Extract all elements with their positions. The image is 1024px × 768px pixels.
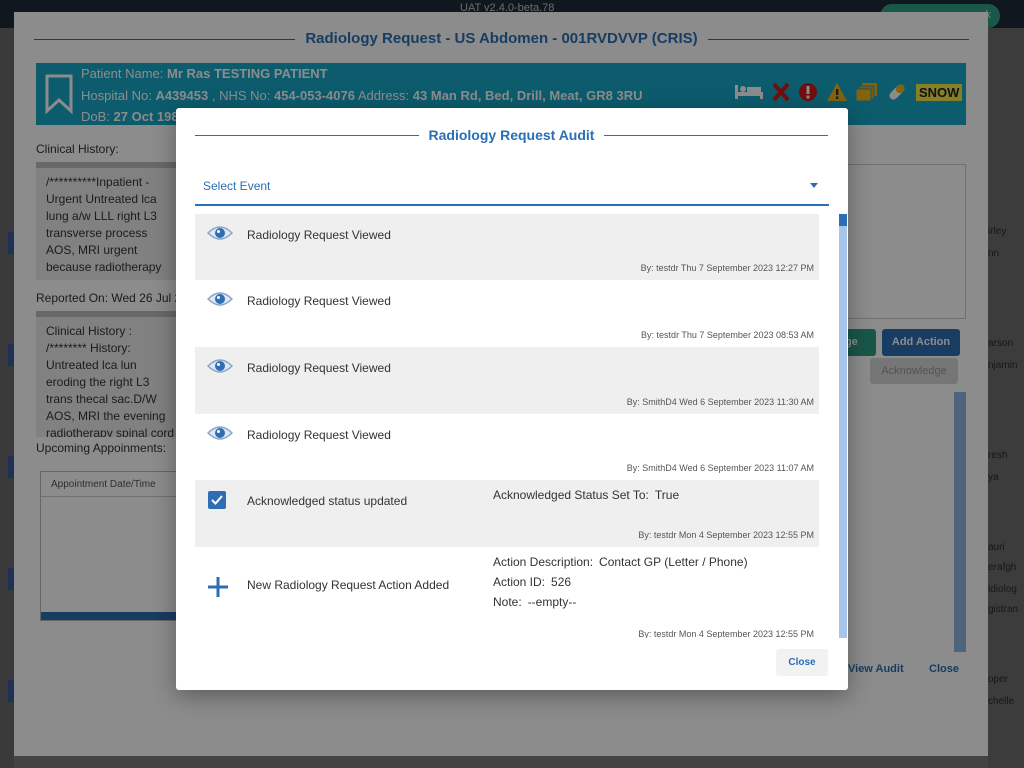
scrollbar-thumb[interactable]: [839, 214, 847, 226]
event-title: Radiology Request Viewed: [247, 294, 391, 308]
checkbox-icon: [207, 490, 227, 515]
audit-event-list: Radiology Request Viewed By: testdr Thu 7…: [195, 214, 819, 638]
event-detail-value: --empty--: [527, 595, 577, 609]
eye-icon: [206, 290, 234, 313]
event-detail: Note: --empty--: [493, 595, 576, 609]
eye-icon: [206, 224, 234, 247]
eye-icon: [206, 357, 234, 380]
event-author-timestamp: By: SmithD4 Wed 6 September 2023 11:07 A…: [626, 463, 814, 473]
event-detail-label: Acknowledged Status Set To:: [493, 488, 649, 502]
event-title: Acknowledged status updated: [247, 494, 408, 508]
event-author-timestamp: By: testdr Thu 7 September 2023 08:53 AM: [641, 330, 814, 340]
event-detail-value: True: [654, 488, 680, 502]
event-author-timestamp: By: testdr Mon 4 September 2023 12:55 PM: [638, 530, 814, 540]
audit-event-row: Radiology Request Viewed By: SmithD4 Wed …: [195, 347, 819, 414]
audit-event-row: Radiology Request Viewed By: testdr Thu 7…: [195, 214, 819, 280]
audit-event-row: Acknowledged status updated Acknowledged …: [195, 480, 819, 547]
audit-list-scrollbar[interactable]: [839, 214, 847, 638]
event-title: New Radiology Request Action Added: [247, 578, 450, 592]
event-author-timestamp: By: testdr Thu 7 September 2023 12:27 PM: [640, 263, 814, 273]
audit-event-row: Radiology Request Viewed By: SmithD4 Wed …: [195, 414, 819, 480]
event-detail: Action ID: 526: [493, 575, 571, 589]
audit-event-row: New Radiology Request Action Added Action…: [195, 547, 819, 638]
eye-icon: [206, 424, 234, 447]
event-detail-label: Action ID:: [493, 575, 546, 589]
event-title: Radiology Request Viewed: [247, 228, 391, 242]
event-detail-label: Note:: [493, 595, 522, 609]
select-event-value: Select Event: [203, 179, 271, 193]
audit-event-row: Radiology Request Viewed By: testdr Thu 7…: [195, 280, 819, 347]
event-detail-value: 526: [551, 575, 572, 589]
audit-dialog-title: Radiology Request Audit: [418, 127, 605, 143]
close-button[interactable]: Close: [776, 649, 828, 676]
event-detail-label: Action Description:: [493, 555, 594, 569]
select-event-dropdown[interactable]: Select Event: [195, 172, 829, 206]
event-detail-value: Contact GP (Letter / Phone): [599, 555, 748, 569]
plus-icon: [207, 576, 229, 603]
radiology-request-audit-dialog: Radiology Request Audit Select Event Rad…: [176, 108, 848, 690]
event-detail: Action Description: Contact GP (Letter / …: [493, 555, 748, 569]
event-title: Radiology Request Viewed: [247, 428, 391, 442]
event-author-timestamp: By: SmithD4 Wed 6 September 2023 11:30 A…: [626, 397, 814, 407]
audit-dialog-title-row: Radiology Request Audit: [195, 127, 828, 145]
event-author-timestamp: By: testdr Mon 4 September 2023 12:55 PM: [638, 629, 814, 638]
event-title: Radiology Request Viewed: [247, 361, 391, 375]
chevron-down-icon: [810, 183, 818, 188]
event-detail: Acknowledged Status Set To: True: [493, 488, 679, 502]
